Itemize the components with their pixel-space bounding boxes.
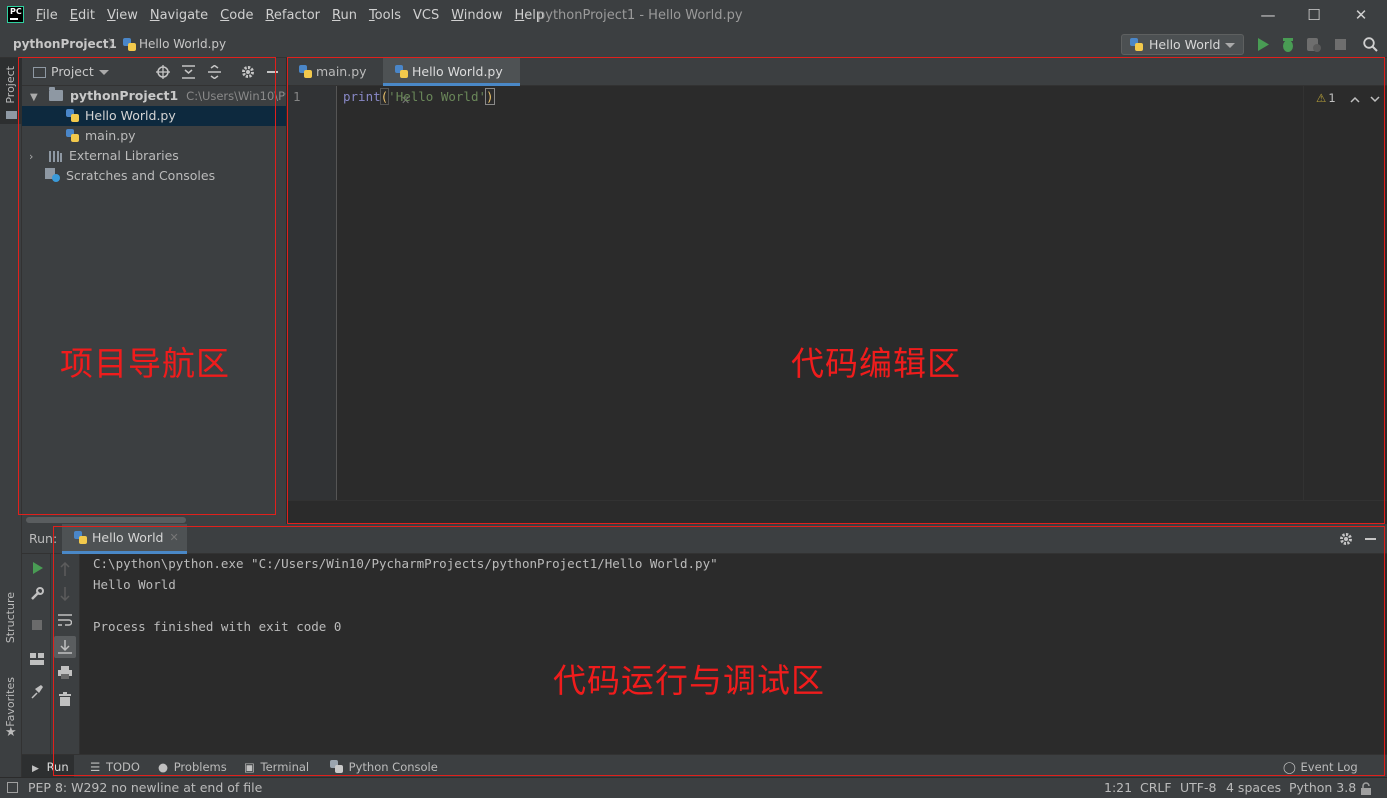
layout-icon[interactable]	[30, 653, 44, 665]
menu-window[interactable]: Window	[451, 0, 502, 31]
close-button[interactable]: ✕	[1338, 0, 1384, 31]
run-toolbar-primary	[22, 554, 51, 754]
menu-refactor[interactable]: Refactor	[265, 0, 320, 31]
favorites-tool-label: Favorites	[4, 677, 17, 727]
stop-icon[interactable]	[32, 620, 42, 630]
menu-file[interactable]: File	[36, 0, 58, 31]
status-line-separator[interactable]: CRLF	[1140, 778, 1172, 798]
chevron-down-icon	[1225, 43, 1235, 48]
run-with-coverage-icon[interactable]	[1306, 37, 1321, 52]
stop-icon[interactable]	[1335, 39, 1346, 50]
annotation-box-run	[53, 526, 1385, 776]
search-icon[interactable]	[1363, 37, 1378, 52]
navigation-bar: pythonProject1 〉 Hello World.py Hello Wo…	[0, 31, 1387, 58]
python-icon	[1130, 38, 1143, 51]
horizontal-scrollbar[interactable]	[26, 517, 186, 523]
minimize-button[interactable]: —	[1245, 0, 1291, 31]
status-encoding[interactable]: UTF-8	[1180, 778, 1216, 798]
pycharm-logo-icon: PC	[7, 6, 24, 23]
status-indent[interactable]: 4 spaces	[1226, 778, 1281, 798]
debug-icon[interactable]	[1281, 37, 1295, 52]
menu-bar: File Edit View Navigate Code Refactor Ru…	[36, 0, 556, 31]
structure-tool-label: Structure	[4, 592, 17, 644]
menu-code[interactable]: Code	[220, 0, 253, 31]
python-file-icon	[123, 38, 136, 52]
menu-navigate[interactable]: Navigate	[150, 0, 208, 31]
run-icon: ▶	[32, 764, 39, 774]
star-icon: ★	[5, 725, 17, 740]
project-tool-label: Project	[4, 66, 17, 104]
title-bar: PC File Edit View Navigate Code Refactor…	[0, 0, 1387, 31]
annotation-label-run: 代码运行与调试区	[553, 661, 825, 700]
favorites-tool-tab[interactable]: Favorites ★	[0, 673, 22, 748]
menu-view[interactable]: View	[107, 0, 138, 31]
run-configuration-label: Hello World	[1149, 37, 1221, 52]
menu-tools[interactable]: Tools	[369, 0, 401, 31]
run-icon[interactable]	[1257, 38, 1269, 51]
rerun-icon[interactable]	[32, 562, 43, 574]
structure-tool-tab[interactable]: Structure	[0, 588, 22, 660]
annotation-box-project	[18, 57, 276, 515]
tool-windows-toggle-icon[interactable]	[7, 782, 18, 793]
status-message[interactable]: PEP 8: W292 no newline at end of file	[28, 778, 262, 798]
maximize-button[interactable]: ☐	[1291, 0, 1337, 31]
pin-icon[interactable]	[31, 685, 43, 699]
status-bar: PEP 8: W292 no newline at end of file 1:…	[0, 777, 1387, 798]
run-configuration-select[interactable]: Hello World	[1121, 34, 1244, 55]
breadcrumb-file[interactable]: Hello World.py	[139, 31, 226, 58]
annotation-label-project: 项目导航区	[60, 344, 230, 383]
folder-icon	[6, 111, 17, 119]
breadcrumb-separator: 〉	[108, 37, 121, 51]
breadcrumb-project[interactable]: pythonProject1	[13, 31, 117, 58]
status-caret-position[interactable]: 1:21	[1104, 778, 1132, 798]
annotation-label-editor: 代码编辑区	[791, 344, 961, 383]
window-title: pythonProject1 - Hello World.py	[537, 8, 743, 23]
annotation-box-editor	[287, 57, 1385, 524]
lock-icon[interactable]	[1360, 782, 1372, 795]
menu-run[interactable]: Run	[332, 0, 357, 31]
menu-edit[interactable]: Edit	[70, 0, 95, 31]
menu-vcs[interactable]: VCS	[413, 0, 439, 31]
status-interpreter[interactable]: Python 3.8	[1289, 778, 1356, 798]
wrench-icon[interactable]	[30, 587, 44, 601]
